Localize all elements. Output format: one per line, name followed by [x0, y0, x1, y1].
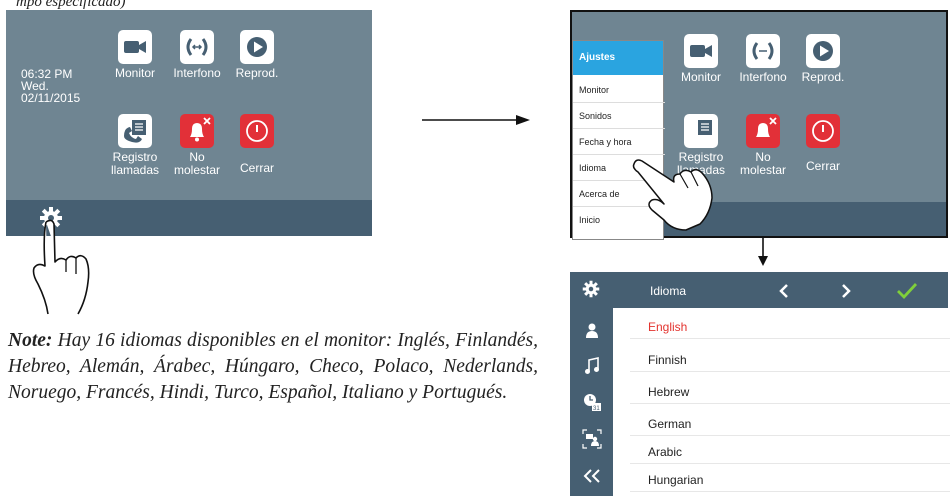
person-icon[interactable]	[570, 318, 613, 344]
call-log-icon	[698, 120, 712, 135]
play-icon	[247, 37, 267, 57]
clock: 06:32 PM Wed. 02/11/2015	[21, 68, 80, 104]
chevron-left-icon[interactable]	[778, 283, 790, 299]
music-note-icon[interactable]	[570, 352, 613, 380]
double-chevron-left-icon[interactable]	[570, 462, 613, 490]
intercom-icon	[186, 38, 208, 56]
do-not-disturb-bell-icon	[756, 117, 777, 137]
camera-icon	[124, 41, 146, 53]
monitor-label: Monitor	[114, 66, 155, 80]
language-screen: Idioma 31 English Finnish Hebrew German …	[570, 272, 950, 496]
monitor-tile[interactable]	[118, 30, 152, 64]
menu-item-sonidos[interactable]: Sonidos	[573, 103, 665, 129]
interfono-tile-2	[746, 34, 780, 68]
settings-menu-title: Ajustes	[573, 41, 663, 75]
no-molestar-tile[interactable]	[180, 114, 214, 148]
reprod-label-2: Reprod.	[801, 70, 845, 84]
language-item-german[interactable]: German	[630, 412, 950, 436]
arrow-down-icon	[758, 238, 768, 266]
reprod-tile[interactable]	[240, 30, 274, 64]
interfono-label-2: Interfono	[739, 70, 787, 84]
info-screen-icon[interactable]	[570, 424, 613, 454]
gear-icon[interactable]	[582, 280, 600, 298]
language-item-hungarian[interactable]: Hungarian	[630, 468, 950, 492]
language-item-hebrew[interactable]: Hebrew	[630, 380, 950, 404]
no-molestar-label: No molestar	[173, 150, 220, 177]
no-molestar-tile-2	[746, 114, 780, 148]
reprod-tile-2	[806, 34, 840, 68]
chevron-right-icon[interactable]	[840, 283, 852, 299]
check-icon[interactable]	[896, 282, 918, 300]
menu-item-monitor[interactable]: Monitor	[573, 77, 665, 103]
note-label: Note:	[8, 330, 53, 351]
call-log-icon	[124, 120, 146, 143]
language-item-english[interactable]: English	[630, 315, 950, 339]
home-screen: 06:32 PM Wed. 02/11/2015 Monitor Interfo…	[6, 10, 372, 236]
settings-screen-frame: Monitor Interfono Reprod. Registro llamad…	[570, 10, 948, 240]
cerrar-label: Cerrar	[239, 161, 274, 175]
do-not-disturb-bell-icon	[190, 117, 211, 142]
calendar-clock-icon[interactable]: 31	[570, 388, 613, 416]
registro-label: Registro llamadas	[110, 150, 160, 177]
hand-pointer-icon	[632, 159, 713, 231]
registro-tile[interactable]	[118, 114, 152, 148]
power-icon	[812, 120, 834, 142]
language-item-finnish[interactable]: Finnish	[630, 348, 950, 372]
interfono-tile[interactable]	[180, 30, 214, 64]
hand-pointer-icon	[32, 219, 90, 315]
power-icon	[246, 120, 268, 142]
play-icon	[813, 41, 833, 61]
language-header-title: Idioma	[650, 284, 687, 298]
cerrar-label-2: Cerrar	[805, 159, 840, 173]
reprod-label: Reprod.	[235, 66, 279, 80]
note-paragraph: Note: Hay 16 idiomas disponibles en el m…	[8, 328, 538, 406]
no-molestar-label-2: No molestar	[739, 150, 786, 177]
monitor-tile-2	[684, 34, 718, 68]
clock-date: 02/11/2015	[21, 91, 81, 105]
camera-icon	[690, 45, 712, 57]
note-text: Hay 16 idiomas disponibles en el monitor…	[8, 330, 539, 403]
cerrar-tile[interactable]	[240, 114, 274, 148]
svg-text:31: 31	[593, 406, 600, 412]
intercom-icon	[752, 42, 774, 60]
language-item-arabic[interactable]: Arabic	[630, 440, 950, 464]
arrow-right-icon	[422, 115, 530, 125]
monitor-label-2: Monitor	[680, 70, 721, 84]
registro-tile-2	[684, 114, 718, 148]
cerrar-tile-2	[806, 114, 840, 148]
interfono-label: Interfono	[173, 66, 221, 80]
